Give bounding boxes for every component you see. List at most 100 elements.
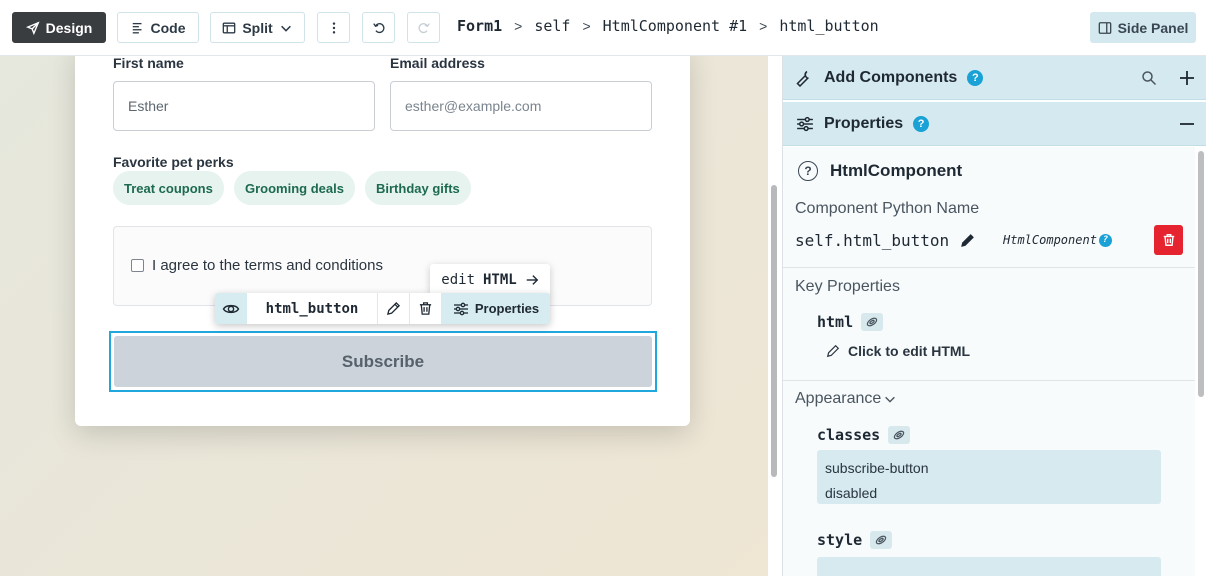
pencil-icon — [826, 344, 840, 358]
style-property: style — [817, 531, 893, 549]
classes-input[interactable]: subscribe-button disabled — [817, 450, 1161, 504]
search-icon[interactable] — [1141, 70, 1157, 86]
chevron-right-icon: > — [514, 18, 523, 34]
code-mode-label: Code — [150, 19, 186, 36]
side-panel-button[interactable]: Side Panel — [1090, 12, 1196, 43]
side-panel-label: Side Panel — [1117, 19, 1189, 36]
help-icon[interactable]: ? — [1098, 233, 1112, 247]
trash-icon — [1163, 234, 1174, 246]
undo-icon — [372, 22, 384, 33]
redo-button[interactable] — [407, 12, 440, 43]
delete-component-button[interactable] — [410, 293, 442, 324]
link-icon[interactable] — [861, 313, 884, 331]
chevron-right-icon: > — [759, 18, 768, 34]
breadcrumb-current[interactable]: html_button — [779, 17, 878, 35]
add-components-header[interactable]: Add Components ? — [783, 56, 1206, 100]
classes-property: classes — [817, 426, 911, 444]
link-icon[interactable] — [870, 531, 893, 549]
pencil-icon — [386, 301, 401, 316]
eye-icon — [222, 304, 240, 313]
delete-button[interactable] — [1154, 225, 1183, 255]
python-name[interactable]: self.html_button — [795, 231, 976, 250]
first-name-label: First name — [113, 56, 184, 71]
selected-component-outline: Subscribe — [109, 331, 657, 392]
link-icon[interactable] — [888, 426, 911, 444]
code-mode-button[interactable]: Code — [117, 12, 199, 43]
edit-html-label: HTML — [483, 272, 517, 288]
help-icon[interactable]: ? — [967, 69, 984, 86]
python-name-label: Component Python Name — [795, 200, 980, 217]
style-property-name: style — [817, 531, 863, 549]
component-properties-button[interactable]: Properties — [442, 293, 550, 324]
classes-property-name: classes — [817, 426, 881, 444]
redo-icon — [418, 22, 430, 33]
email-label: Email address — [390, 56, 485, 71]
edit-html-link-text: Click to edit HTML — [848, 343, 971, 359]
perk-chip-grooming-deals[interactable]: Grooming deals — [234, 171, 355, 205]
properties-body: ? HtmlComponent Component Python Name se… — [783, 147, 1195, 576]
side-panel-icon — [1098, 21, 1111, 34]
breadcrumb-component[interactable]: HtmlComponent #1 — [603, 17, 748, 35]
properties-label: Properties — [824, 114, 904, 132]
edit-html-link[interactable]: Click to edit HTML — [826, 343, 970, 359]
edit-html-button[interactable]: edit HTML — [430, 264, 550, 296]
panel-scrollbar[interactable] — [1198, 151, 1204, 397]
send-icon — [25, 20, 40, 35]
perk-chip-birthday-gifts[interactable]: Birthday gifts — [365, 171, 471, 205]
split-mode-label: Split — [242, 19, 273, 36]
undo-button[interactable] — [362, 12, 395, 43]
class-value: disabled — [825, 485, 878, 501]
component-type: HtmlComponent ? — [1003, 233, 1112, 247]
breadcrumb: Form1 > self > HtmlComponent #1 > html_b… — [457, 17, 879, 35]
trash-icon — [419, 302, 432, 315]
wrench-icon — [796, 70, 810, 87]
sliders-icon — [797, 116, 813, 131]
divider — [783, 380, 1195, 381]
component-title-text: HtmlComponent — [830, 161, 963, 180]
properties-actions — [1179, 102, 1195, 146]
canvas-scrollbar[interactable] — [771, 185, 777, 477]
breadcrumb-form[interactable]: Form1 — [457, 17, 502, 35]
arrow-right-icon — [526, 275, 538, 285]
terms-label[interactable]: I agree to the terms and conditions — [152, 257, 383, 274]
side-panel: Add Components ? Properties ? ? HtmlComp… — [782, 56, 1206, 576]
question-circle-icon[interactable]: ? — [798, 161, 818, 181]
key-properties-label: Key Properties — [795, 278, 900, 295]
design-mode-label: Design — [45, 19, 93, 36]
properties-header[interactable]: Properties ? — [783, 102, 1206, 146]
pencil-icon[interactable] — [959, 232, 976, 249]
appearance-section-toggle[interactable]: Appearance — [795, 390, 897, 408]
class-value: subscribe-button — [825, 460, 929, 476]
subscribe-button[interactable]: Subscribe — [114, 336, 652, 387]
email-input[interactable]: esther@example.com — [390, 81, 652, 131]
component-title: ? HtmlComponent — [798, 161, 962, 181]
split-mode-button[interactable]: Split — [210, 12, 305, 43]
kebab-menu-icon — [332, 21, 335, 34]
appearance-label: Appearance — [795, 390, 882, 407]
component-type-text: HtmlComponent — [1003, 233, 1097, 247]
add-components-actions — [1141, 56, 1195, 100]
component-name[interactable]: html_button — [247, 293, 378, 324]
design-mode-button[interactable]: Design — [12, 12, 106, 43]
help-icon[interactable]: ? — [913, 115, 930, 132]
terms-checkbox[interactable] — [131, 259, 144, 272]
plus-icon[interactable] — [1179, 70, 1195, 86]
sliders-icon — [453, 302, 468, 315]
visibility-toggle[interactable] — [215, 293, 247, 324]
design-canvas: First name Esther Email address esther@e… — [0, 56, 768, 576]
more-options-button[interactable] — [317, 12, 350, 43]
divider — [783, 267, 1195, 268]
perk-chip-treat-coupons[interactable]: Treat coupons — [113, 171, 224, 205]
component-toolbar: html_button Properties — [215, 293, 550, 324]
text-lines-icon — [132, 22, 141, 33]
html-property: html — [817, 313, 884, 331]
breadcrumb-self[interactable]: self — [534, 17, 570, 35]
first-name-input[interactable]: Esther — [113, 81, 375, 131]
rename-button[interactable] — [378, 293, 410, 324]
style-input[interactable] — [817, 557, 1161, 576]
minus-icon[interactable] — [1179, 116, 1195, 132]
chevron-down-icon — [280, 25, 291, 32]
perks-label: Favorite pet perks — [113, 154, 234, 170]
top-toolbar: Design Code Split Form1 > self > HtmlCom… — [0, 0, 1206, 56]
html-property-name: html — [817, 313, 854, 331]
